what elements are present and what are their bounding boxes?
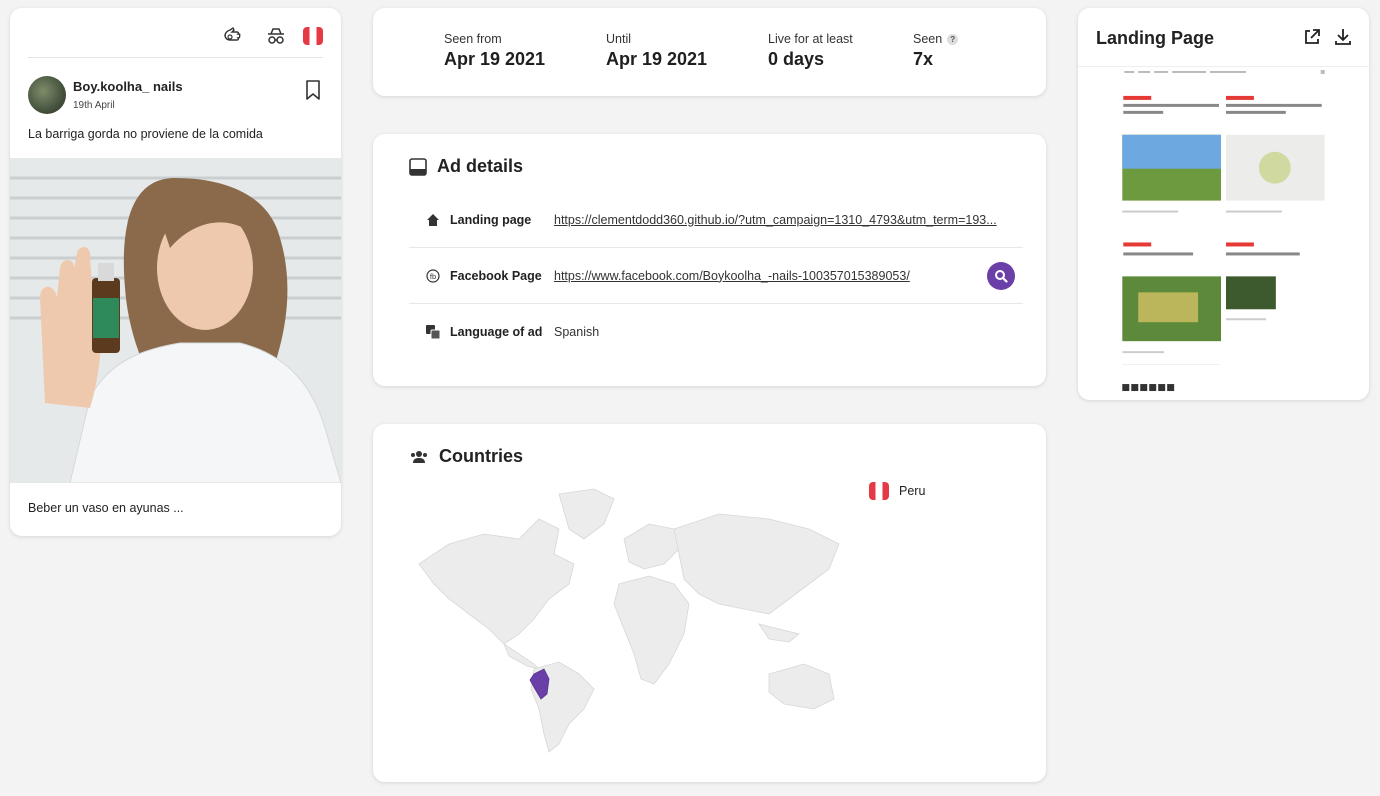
language-value: Spanish [554, 325, 600, 339]
stat-until: Until Apr 19 2021 [606, 32, 707, 70]
facebook-page-link[interactable]: https://www.facebook.com/Boykoolha_-nail… [554, 269, 910, 283]
landing-page-card: Landing Page [1078, 8, 1369, 400]
landing-page-link[interactable]: https://clementdodd360.github.io/?utm_ca… [554, 213, 997, 227]
stat-label: Live for at least [768, 32, 853, 46]
section-title: Ad details [409, 156, 523, 177]
home-icon [426, 213, 440, 227]
countries-card: Countries Peru [373, 424, 1046, 782]
stat-label: Seen ? [913, 32, 959, 46]
section-title: Countries [409, 446, 523, 467]
ad-details-icon [409, 157, 427, 176]
peru-flag-icon [869, 482, 889, 500]
peru-flag-icon [303, 27, 323, 45]
detail-row-facebook-page: fb Facebook Page https://www.facebook.co… [409, 248, 1023, 304]
facebook-icon: fb [426, 268, 440, 283]
stat-label-text: Seen [913, 32, 943, 46]
landing-page-screenshot [1078, 66, 1369, 400]
detail-label: Landing page [450, 212, 532, 227]
download-icon[interactable] [1333, 27, 1353, 47]
world-map [418, 488, 840, 753]
stat-live-for: Live for at least 0 days [768, 32, 853, 70]
ad-photo-illustration [10, 158, 341, 483]
detail-label: Facebook Page [450, 268, 542, 283]
search-icon [995, 270, 1008, 283]
avatar [28, 76, 66, 114]
country-name: Peru [899, 484, 926, 498]
stats-card: Seen from Apr 19 2021 Until Apr 19 2021 … [373, 8, 1046, 96]
ad-card-toolbar [28, 8, 323, 58]
translate-icon [426, 325, 440, 339]
stat-label: Seen from [444, 32, 502, 46]
stat-value: Apr 19 2021 [606, 49, 708, 69]
ad-caption: Beber un vaso en ayunas ... [28, 501, 184, 515]
page-name[interactable]: Boy.koolha_ nails [73, 79, 183, 94]
stat-label: Until [606, 32, 632, 46]
stat-seen-from: Seen from Apr 19 2021 [444, 32, 545, 70]
stat-value: Apr 19 2021 [444, 49, 546, 69]
stat-seen: Seen ? 7x [913, 32, 959, 70]
hand-pointer-icon[interactable] [221, 25, 243, 47]
bookmark-icon[interactable] [304, 79, 322, 101]
stat-value: 0 days [768, 49, 825, 69]
svg-text:fb: fb [430, 272, 436, 281]
users-icon [411, 450, 427, 463]
ad-text: La barriga gorda no proviene de la comid… [28, 127, 263, 141]
detail-label: Language of ad [450, 325, 543, 339]
ad-details-card: Ad details Landing page https://clementd… [373, 134, 1046, 386]
incognito-icon[interactable] [265, 25, 287, 47]
external-link-icon[interactable] [1302, 27, 1322, 47]
ad-image [10, 158, 341, 483]
detail-row-landing-page: Landing page https://clementdodd360.gith… [409, 192, 1023, 248]
search-page-button[interactable] [987, 262, 1015, 290]
landing-page-title: Landing Page [1096, 28, 1215, 48]
country-item-peru: Peru [869, 482, 925, 500]
stat-value: 7x [913, 49, 934, 69]
section-title-text: Countries [439, 446, 524, 466]
post-date: 19th April [73, 100, 115, 111]
detail-row-language: Language of ad Spanish [409, 304, 1023, 360]
ad-preview-card: Boy.koolha_ nails 19th April La barriga … [10, 8, 341, 536]
section-title-text: Ad details [437, 156, 524, 176]
help-icon[interactable]: ? [947, 33, 959, 45]
